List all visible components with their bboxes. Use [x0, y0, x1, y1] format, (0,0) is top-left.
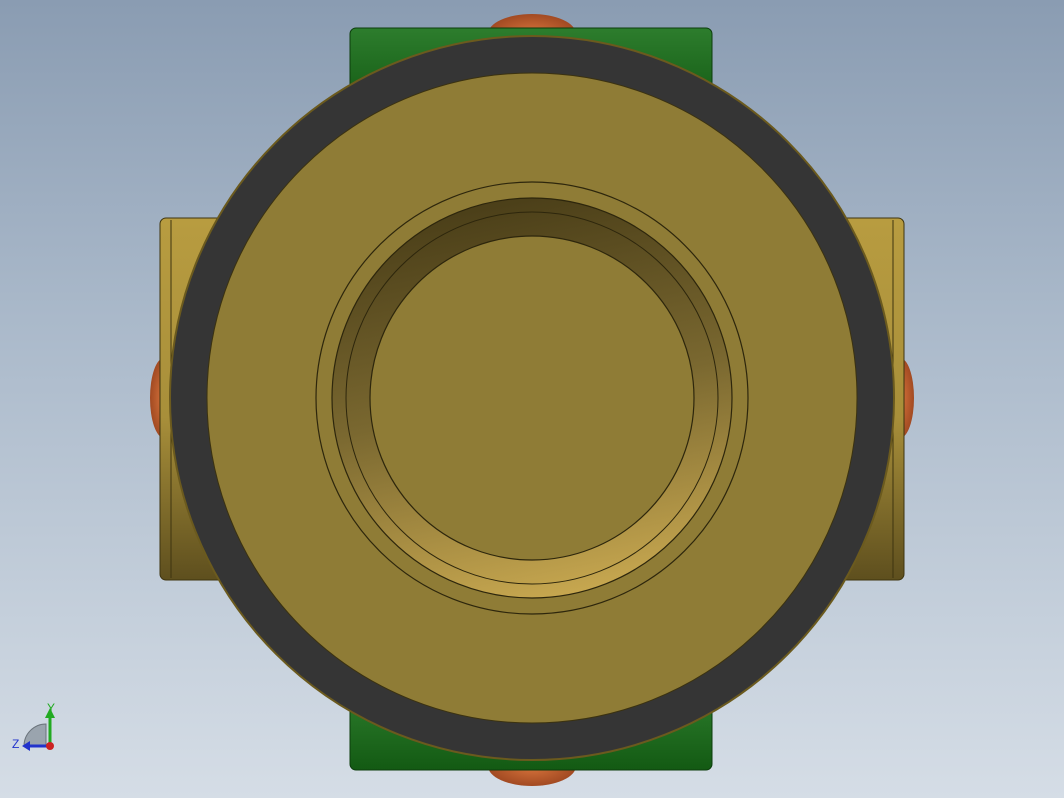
- bore-floor: [369, 235, 695, 561]
- axis-triad: Y Z: [12, 701, 55, 751]
- z-axis-label: Z: [12, 737, 19, 751]
- cad-viewport[interactable]: Y Z: [0, 0, 1064, 798]
- x-axis-dot-icon: [46, 742, 54, 750]
- y-axis-label: Y: [47, 701, 55, 715]
